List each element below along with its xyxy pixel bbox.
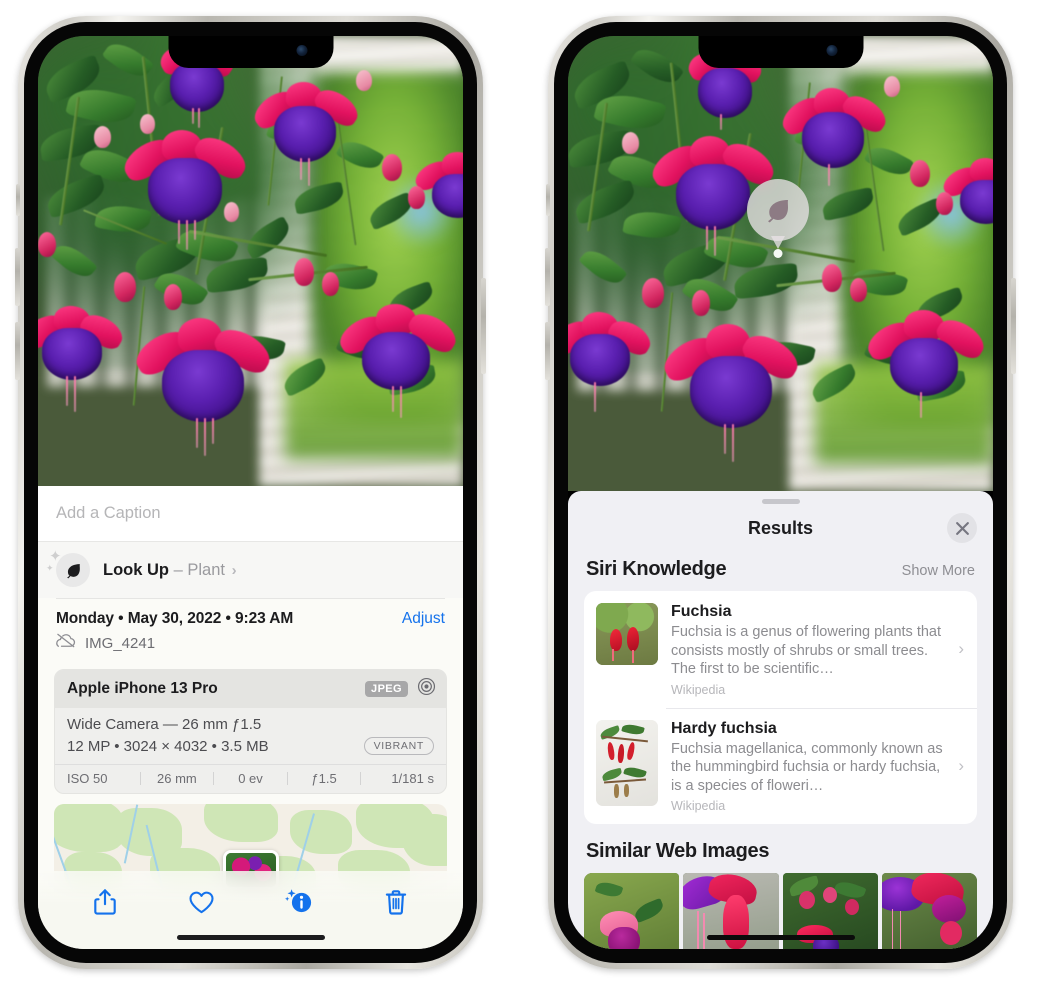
close-icon bbox=[955, 521, 969, 535]
power-button-right[interactable] bbox=[1011, 278, 1016, 374]
look-up-subject: Plant bbox=[187, 560, 225, 579]
knowledge-title: Hardy fuchsia bbox=[671, 719, 777, 737]
info-button[interactable] bbox=[277, 880, 321, 924]
delete-button[interactable] bbox=[374, 880, 418, 924]
right-phone-device: Results Siri Knowledge Show More Fuchsia… bbox=[545, 16, 1016, 969]
thumbnail bbox=[596, 603, 658, 665]
look-up-row[interactable]: ✦ ✦ Look Up – Plant › bbox=[38, 542, 463, 598]
similar-web-images-title: Similar Web Images bbox=[586, 840, 770, 863]
specs-line: 12 MP • 3024 × 4032 • 3.5 MB bbox=[67, 737, 269, 755]
fuchsia-photo bbox=[38, 36, 463, 486]
look-up-dash: – bbox=[173, 560, 183, 579]
left-notch bbox=[168, 36, 333, 68]
photo-info-sheet: Add a Caption ✦ ✦ Look Up – Plant › Mond… bbox=[38, 486, 463, 949]
web-image-thumb[interactable] bbox=[881, 873, 977, 949]
volume-up-button-right[interactable] bbox=[545, 248, 550, 306]
results-header: Results bbox=[568, 504, 993, 552]
lens-line: Wide Camera — 26 mm ƒ1.5 bbox=[67, 716, 262, 733]
look-up-icon-wrap: ✦ ✦ bbox=[46, 549, 90, 587]
show-more-button[interactable]: Show More bbox=[902, 563, 975, 579]
aperture-icon[interactable] bbox=[417, 677, 436, 701]
pin-tail bbox=[771, 236, 785, 249]
visual-lookup-plant-pin[interactable] bbox=[747, 179, 809, 263]
chevron-right-icon: › bbox=[958, 639, 964, 659]
front-camera bbox=[296, 45, 307, 56]
knowledge-body: Fuchsia Fuchsia is a genus of flowering … bbox=[671, 603, 965, 697]
left-phone-device: Add a Caption ✦ ✦ Look Up – Plant › Mond… bbox=[15, 16, 486, 969]
knowledge-description: Fuchsia magellanica, commonly known as t… bbox=[671, 740, 943, 794]
power-button[interactable] bbox=[481, 278, 486, 374]
visual-lookup-results-sheet: Results Siri Knowledge Show More Fuchsia… bbox=[568, 491, 993, 949]
camera-model: Apple iPhone 13 Pro bbox=[67, 680, 218, 697]
left-phone-screen: Add a Caption ✦ ✦ Look Up – Plant › Mond… bbox=[38, 36, 463, 949]
camera-card-body: Wide Camera — 26 mm ƒ1.5 12 MP • 3024 × … bbox=[55, 708, 446, 764]
exif-shutter: 1/181 s bbox=[391, 771, 434, 786]
silent-switch-right[interactable] bbox=[546, 184, 550, 216]
photo-viewer[interactable] bbox=[38, 36, 463, 486]
photo-filename: IMG_4241 bbox=[85, 634, 156, 652]
exif-focal: 26 mm bbox=[157, 771, 197, 786]
photo-date: Monday • May 30, 2022 • 9:23 AM bbox=[56, 610, 294, 627]
exif-iso: ISO 50 bbox=[67, 771, 108, 786]
camera-card-header: Apple iPhone 13 Pro JPEG bbox=[55, 670, 446, 708]
knowledge-source: Wikipedia bbox=[671, 682, 726, 697]
exif-aperture: ƒ1.5 bbox=[311, 771, 337, 786]
home-indicator[interactable] bbox=[176, 935, 325, 940]
camera-info-card: Apple iPhone 13 Pro JPEG Wide Camera — 2… bbox=[54, 669, 447, 794]
photo-metadata: Monday • May 30, 2022 • 9:23 AM Adjust I… bbox=[38, 599, 463, 659]
knowledge-item-fuchsia[interactable]: Fuchsia Fuchsia is a genus of flowering … bbox=[584, 591, 977, 708]
knowledge-title: Fuchsia bbox=[671, 603, 732, 620]
look-up-title: Look Up bbox=[103, 560, 169, 579]
adjust-button[interactable]: Adjust bbox=[402, 610, 445, 628]
cloud-slash-icon bbox=[56, 633, 76, 653]
siri-knowledge-card: Fuchsia Fuchsia is a genus of flowering … bbox=[584, 591, 977, 825]
exif-exposure: 0 ev bbox=[238, 771, 263, 786]
similar-web-images-header: Similar Web Images bbox=[568, 824, 993, 873]
thumbnail bbox=[596, 719, 658, 806]
fuchsia-photo-right bbox=[568, 36, 993, 491]
photographic-style-badge: VIBRANT bbox=[363, 737, 434, 755]
knowledge-description: Fuchsia is a genus of flowering plants t… bbox=[671, 624, 942, 678]
volume-down-button-right[interactable] bbox=[545, 322, 550, 380]
close-button[interactable] bbox=[947, 513, 977, 543]
right-notch bbox=[698, 36, 863, 68]
pin-anchor-dot bbox=[773, 249, 783, 258]
chevron-right-icon: › bbox=[958, 755, 964, 775]
exif-row: ISO 50 26 mm 0 ev ƒ1.5 1/181 s bbox=[55, 764, 446, 793]
silent-switch[interactable] bbox=[16, 184, 20, 216]
results-title: Results bbox=[747, 517, 814, 538]
front-camera bbox=[826, 45, 837, 56]
format-badge: JPEG bbox=[365, 681, 408, 697]
volume-up-button[interactable] bbox=[15, 248, 20, 306]
knowledge-item-hardy-fuchsia[interactable]: Hardy fuchsia Fuchsia magellanica, commo… bbox=[584, 707, 977, 825]
volume-down-button[interactable] bbox=[15, 322, 20, 380]
knowledge-body: Hardy fuchsia Fuchsia magellanica, commo… bbox=[671, 720, 965, 814]
leaf-icon bbox=[747, 179, 809, 241]
knowledge-source: Wikipedia bbox=[671, 799, 726, 814]
leaf-icon bbox=[56, 553, 90, 587]
screenshot-stage: Add a Caption ✦ ✦ Look Up – Plant › Mond… bbox=[0, 0, 1055, 985]
photo-viewer-right[interactable] bbox=[568, 36, 993, 491]
caption-field[interactable]: Add a Caption bbox=[38, 486, 463, 542]
right-phone-screen: Results Siri Knowledge Show More Fuchsia… bbox=[568, 36, 993, 949]
look-up-label: Look Up – Plant › bbox=[103, 561, 237, 580]
chevron-right-icon: › bbox=[231, 561, 237, 579]
caption-placeholder: Add a Caption bbox=[56, 504, 161, 522]
share-button[interactable] bbox=[83, 880, 127, 924]
siri-knowledge-title: Siri Knowledge bbox=[586, 558, 727, 580]
web-image-thumb[interactable] bbox=[584, 873, 680, 949]
favorite-button[interactable] bbox=[180, 880, 224, 924]
home-indicator[interactable] bbox=[706, 935, 855, 940]
siri-knowledge-header: Siri Knowledge Show More bbox=[568, 552, 993, 591]
sparkle-small-icon: ✦ bbox=[46, 563, 54, 573]
